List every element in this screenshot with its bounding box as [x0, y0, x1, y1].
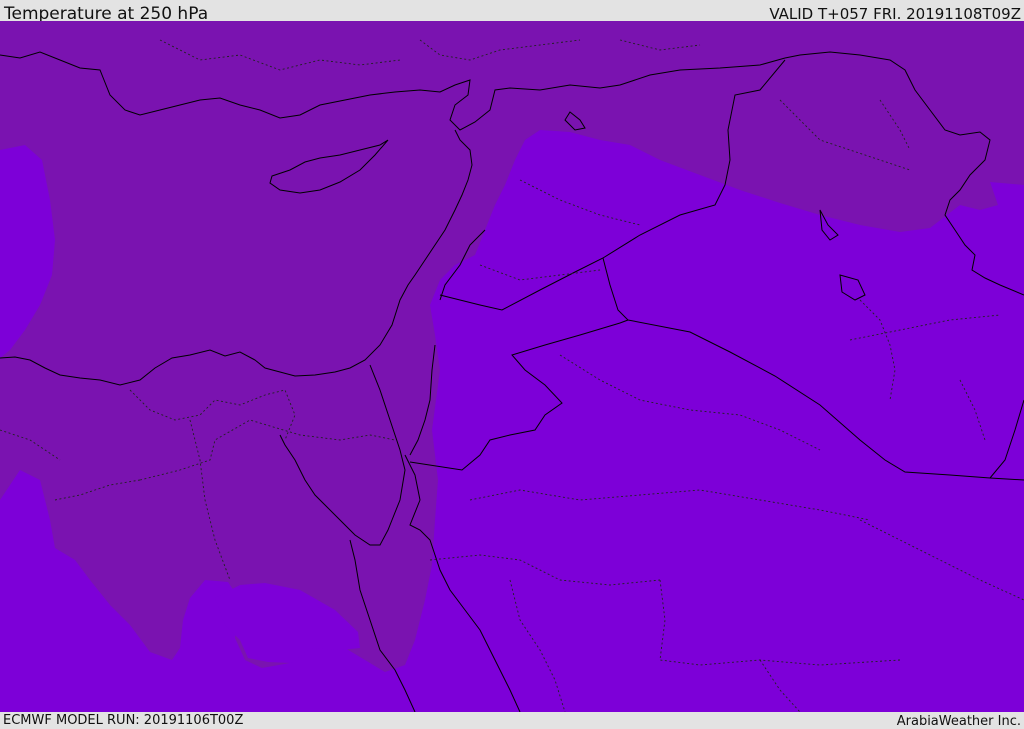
header-bar: Temperature at 250 hPa VALID T+057 FRI. …: [0, 0, 1024, 24]
model-run-label: ECMWF MODEL RUN: 20191106T00Z: [3, 713, 244, 728]
weather-map[interactable]: [0, 21, 1024, 712]
credit-label: ArabiaWeather Inc.: [896, 714, 1021, 729]
footer-bar: ECMWF MODEL RUN: 20191106T00Z ArabiaWeat…: [0, 712, 1024, 729]
